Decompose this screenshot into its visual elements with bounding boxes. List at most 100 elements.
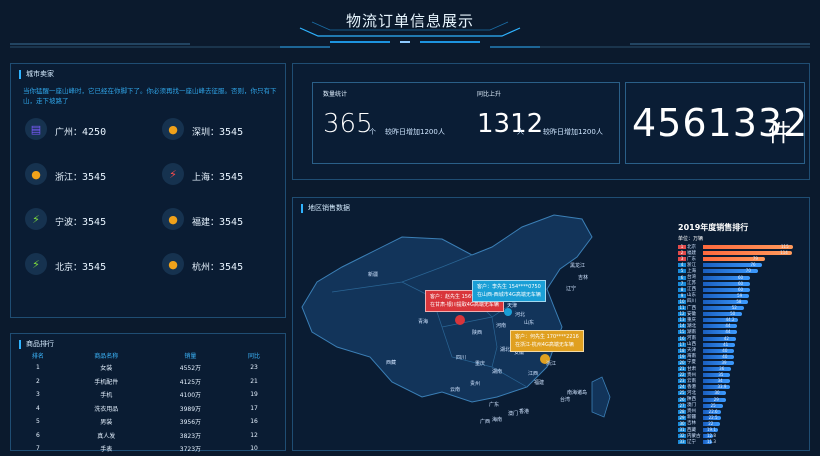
table-cell: 女装: [100, 365, 113, 373]
page-title: 物流订单信息展示: [345, 12, 474, 30]
rank-province: 北京: [687, 244, 696, 250]
city-name: 北京：: [55, 263, 83, 273]
table-cell: 真人发: [97, 432, 116, 440]
city-stat: ● 杭州：3545: [162, 253, 244, 275]
province-label: 河南: [496, 323, 507, 329]
map-tooltip: 客户：何先生 170****2216 在浙江-杭州4G高端无车辆: [510, 330, 584, 352]
motto-text: 当你猛醒一座山峰时，它已经在你脚下了。你必须再找一座山峰去征服。否则，你只有下山…: [23, 87, 277, 105]
table-cell: 7: [36, 445, 40, 453]
rank-number: 6: [678, 275, 686, 280]
province-label: 四川: [456, 355, 467, 361]
table-cell: 23: [250, 364, 258, 372]
rank-bar: [703, 354, 735, 359]
rank-province: 澳门: [687, 403, 696, 409]
city-name: 宁波：: [55, 218, 83, 228]
rank-number: 15: [678, 329, 686, 335]
table-cell: 3: [36, 391, 40, 399]
table-cell: 3823万: [179, 432, 202, 440]
column-header: 同比: [248, 352, 261, 360]
rank-number: 31: [678, 427, 686, 432]
city-name: 上海：: [192, 173, 220, 183]
rank-value: 40: [722, 347, 728, 353]
table-cell: 10: [250, 445, 258, 453]
city-stat: ● 福建：3545: [162, 208, 243, 230]
rank-province: 天津: [687, 348, 696, 354]
lightning-icon: ⚡: [162, 163, 184, 185]
province-label: 新疆: [368, 272, 379, 278]
rank-bar: [703, 348, 735, 353]
count-box: 数量统计 365 个 较昨日增加1200人 同比上升 1312 人 较昨日增加1…: [312, 82, 620, 164]
table-cell: 3989万: [179, 405, 202, 413]
rank-number: 20: [678, 359, 686, 365]
province-label: 陕西: [472, 330, 483, 336]
city-stat: ● 浙江：3545: [25, 163, 106, 185]
rank-value: 42: [723, 335, 729, 341]
table-cell: 3956万: [179, 419, 202, 427]
rank-province: 吉林: [687, 421, 696, 427]
city-name: 广州：: [55, 128, 83, 138]
rank-number: 16: [678, 335, 686, 341]
total-unit: 件: [768, 119, 792, 147]
rank-number: 8: [678, 287, 686, 292]
rank-bar: [703, 306, 744, 310]
column-header: 排名: [31, 352, 44, 360]
rank-number: 18: [678, 347, 686, 353]
rank-value: 50: [730, 311, 736, 317]
rank-value: 36: [719, 366, 725, 371]
document-icon: ▤: [25, 118, 47, 140]
province-label: 黑龙江: [570, 263, 586, 269]
table-cell: 12: [250, 431, 258, 439]
rank-province: 广西: [687, 305, 696, 311]
total-box: 4561332 件: [625, 82, 807, 164]
rank-number: 1: [678, 245, 686, 249]
rank-value: 35: [718, 372, 724, 378]
rank-value: 41: [723, 341, 729, 347]
rank-value: 79: [752, 256, 758, 262]
rank-value: 25: [710, 402, 716, 408]
rank-value: 44: [725, 323, 731, 329]
city-value: 3545: [219, 262, 244, 273]
rank-number: 30: [678, 420, 686, 426]
rank-province: 西藏: [687, 427, 696, 433]
rank-number: 10: [678, 298, 686, 304]
rank-value: 59: [737, 292, 743, 298]
rank-province: 河北: [687, 390, 696, 396]
rank-number: 17: [678, 341, 686, 347]
table-cell: 男装: [100, 419, 113, 427]
rank-number: 28: [678, 408, 686, 414]
rank-number: 12: [678, 311, 686, 317]
table-cell: 手机: [100, 392, 113, 400]
rank-number: 4: [678, 263, 686, 268]
table-cell: 5: [36, 418, 40, 426]
province-label: 香港: [519, 409, 530, 415]
rank-bar: [703, 379, 730, 384]
province-label: 天津: [507, 303, 518, 309]
rank-number: 23: [678, 378, 686, 384]
province-label: 福建: [534, 380, 545, 386]
table-cell: 2: [36, 377, 40, 385]
table-cell: 4125万: [179, 378, 202, 386]
rank-value: 114: [780, 250, 788, 256]
rank-value: 11.3: [707, 439, 716, 445]
sales-rank-title: 2019年度销售排行: [678, 223, 749, 232]
rank-province: 重庆: [687, 317, 696, 323]
province-label: 海南: [492, 417, 503, 423]
table-cell: 4100万: [179, 392, 202, 400]
rank-number: 26: [678, 396, 686, 402]
table-cell: 6: [36, 431, 40, 439]
rank-province: 陕西: [687, 397, 696, 402]
province-label: 吉林: [578, 275, 589, 281]
rank-value: 12.8: [707, 433, 716, 439]
rank-province: 江苏: [687, 281, 696, 287]
rank-province: 宁夏: [687, 360, 696, 366]
rank-value: 60: [737, 286, 744, 292]
province-label: 河北: [515, 312, 526, 318]
tooltip-line: 客户：何先生 170****2216: [515, 334, 579, 340]
tooltip-line: 在甘肃-银川提取4G高端无车辆: [430, 302, 499, 308]
rank-number: 2: [678, 251, 686, 256]
province-label: 浙江: [546, 361, 557, 367]
rank-value: 29: [713, 396, 719, 402]
province-label: 青海: [418, 319, 429, 325]
rank-bar: [703, 324, 738, 329]
sales-rank-unit: 单位：万辆: [678, 236, 704, 242]
